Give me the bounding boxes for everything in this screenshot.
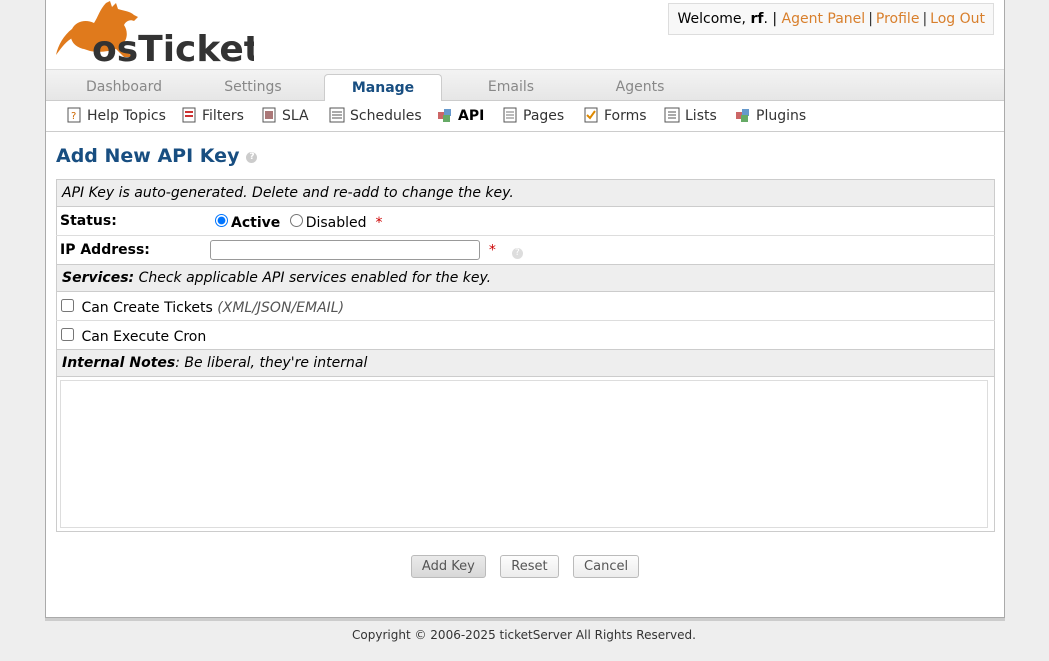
ip-address-field: *? [210, 236, 995, 265]
page-title: Add New API Key? [56, 132, 994, 171]
username: rf [750, 11, 764, 27]
svg-text:?: ? [71, 111, 76, 122]
filters-icon [181, 107, 197, 123]
reset-button[interactable]: Reset [500, 555, 559, 578]
header: osTicket Welcome, rf. | Agent Panel | Prof… [46, 0, 1004, 70]
page-container: osTicket Welcome, rf. | Agent Panel | Prof… [45, 0, 1005, 618]
can-execute-cron-checkbox[interactable] [61, 328, 74, 341]
can-create-tickets-label: Can Create Tickets [81, 300, 213, 316]
can-create-tickets-note: (XML/JSON/EMAIL) [217, 300, 345, 316]
form-note: API Key is auto-generated. Delete and re… [56, 179, 995, 207]
subnav-lists[interactable]: Lists [664, 107, 717, 125]
schedules-icon [329, 107, 345, 123]
lists-icon [664, 107, 680, 123]
profile-link[interactable]: Profile [876, 11, 920, 27]
plugins-icon [735, 107, 751, 123]
status-label: Status: [60, 213, 117, 229]
subnav-api[interactable]: API [437, 107, 484, 125]
footer-divider [45, 618, 1005, 621]
main-nav: Dashboard Settings Manage Emails Agents [46, 70, 1004, 101]
cancel-button[interactable]: Cancel [573, 555, 640, 578]
service-create-tickets-row: Can Create Tickets (XML/JSON/EMAIL) [57, 292, 995, 321]
welcome-prefix: Welcome, [677, 11, 751, 27]
form-buttons: Add Key Reset Cancel [46, 555, 1004, 578]
services-header: Services: Check applicable API services … [56, 264, 995, 292]
tab-manage[interactable]: Manage [324, 74, 442, 101]
forms-icon [583, 107, 599, 123]
footer: Copyright © 2006-2025 ticketServer All R… [352, 628, 696, 642]
ip-address-label: IP Address: [60, 242, 150, 258]
status-field: Active Disabled * [210, 207, 995, 236]
pages-icon [502, 107, 518, 123]
services-note: Check applicable API services enabled fo… [134, 270, 492, 286]
api-icon [437, 107, 453, 123]
agent-panel-link[interactable]: Agent Panel [782, 11, 866, 27]
subnav-plugins[interactable]: Plugins [735, 107, 806, 125]
help-icon[interactable]: ? [511, 247, 523, 259]
required-mark: * [375, 215, 383, 231]
content: Add New API Key? API Key is auto-generat… [46, 132, 1004, 532]
status-active-label: Active [231, 215, 281, 231]
tab-agents[interactable]: Agents [582, 74, 698, 100]
can-execute-cron-label: Can Execute Cron [81, 329, 207, 345]
welcome-suffix: . | [763, 11, 778, 27]
osticket-logo[interactable]: osTicket [54, 0, 254, 65]
required-mark: * [488, 242, 496, 259]
can-create-tickets-checkbox[interactable] [61, 299, 74, 312]
status-active-radio[interactable] [215, 214, 228, 227]
subnav-sla[interactable]: SLA [261, 107, 309, 125]
internal-notes-textarea[interactable] [60, 380, 988, 528]
tab-emails[interactable]: Emails [453, 74, 569, 100]
status-disabled-label: Disabled [305, 215, 367, 231]
status-disabled-radio[interactable] [289, 214, 303, 227]
help-icon[interactable]: ? [246, 152, 258, 163]
tab-dashboard[interactable]: Dashboard [66, 74, 182, 100]
svg-text:osTicket: osTicket [92, 29, 254, 65]
internal-notes-note: : Be liberal, they're internal [175, 355, 368, 371]
internal-notes-heading: Internal Notes [62, 355, 176, 371]
subnav-help-topics[interactable]: ? Help Topics [66, 107, 166, 125]
subnav-filters[interactable]: Filters [181, 107, 244, 125]
ip-address-input[interactable] [210, 240, 480, 260]
service-execute-cron-row: Can Execute Cron [57, 321, 995, 350]
subnav-schedules[interactable]: Schedules [329, 107, 422, 125]
logout-link[interactable]: Log Out [930, 11, 985, 27]
sub-nav: ? Help Topics Filters SLA Schedules API P… [46, 101, 1004, 132]
subnav-forms[interactable]: Forms [583, 107, 647, 125]
add-key-button[interactable]: Add Key [410, 555, 486, 578]
user-info-box: Welcome, rf. | Agent Panel | Profile | Log O… [668, 3, 994, 35]
subnav-pages[interactable]: Pages [502, 107, 564, 125]
sla-icon [261, 107, 277, 123]
services-heading: Services: [62, 270, 135, 286]
api-key-form: API Key is auto-generated. Delete and re… [56, 179, 995, 532]
help-topics-icon: ? [66, 107, 82, 123]
tab-settings[interactable]: Settings [195, 74, 311, 100]
internal-notes-header: Internal Notes: Be liberal, they're inte… [56, 349, 995, 377]
